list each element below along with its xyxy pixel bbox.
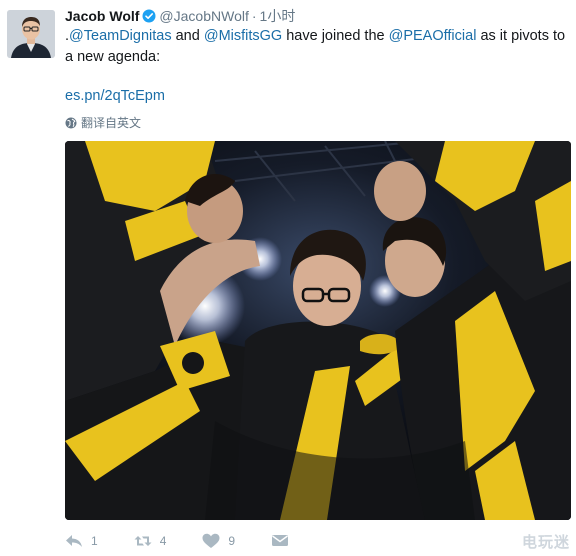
author-name[interactable]: Jacob Wolf [65, 8, 139, 24]
reply-count: 1 [91, 534, 98, 548]
avatar[interactable] [7, 10, 55, 58]
tweet-text: .@TeamDignitas and @MisfitsGG have joine… [65, 26, 570, 68]
translate-button[interactable]: 翻译自英文 [65, 115, 141, 131]
tweet-timestamp[interactable]: 1小时 [260, 8, 296, 24]
verified-badge-icon [142, 9, 156, 23]
text-have-joined: have joined the [282, 28, 389, 44]
heart-icon [202, 533, 220, 548]
watermark: 电玩迷 [521, 534, 570, 551]
like-count: 9 [228, 534, 236, 548]
reply-icon [66, 535, 82, 547]
mention-teamdignitas[interactable]: @TeamDignitas [69, 28, 172, 44]
mention-peaofficial[interactable]: @PEAOfficial [389, 28, 477, 44]
retweet-count: 4 [159, 534, 167, 548]
direct-message-icon [272, 535, 289, 546]
retweet-button[interactable]: 4 [134, 533, 167, 549]
tweet-actions: 1 4 9 [65, 531, 325, 551]
tweet-link-line: es.pn/2qTcEpm [65, 86, 165, 107]
like-button[interactable]: 9 [202, 533, 235, 549]
mention-misfitsgg[interactable]: @MisfitsGG [204, 28, 282, 44]
tweet-link[interactable]: es.pn/2qTcEpm [65, 88, 165, 104]
tweet-photo[interactable] [65, 141, 571, 520]
text-and: and [171, 28, 204, 44]
globe-icon [65, 117, 77, 129]
team-huddle-photo [65, 141, 571, 520]
reply-button[interactable]: 1 [65, 533, 98, 549]
separator-dot: · [251, 8, 257, 24]
translate-label: 翻译自英文 [81, 116, 142, 130]
tweet: Jacob Wolf @JacobNWolf · 1小时 .@TeamDignita… [0, 0, 576, 556]
direct-message-button[interactable] [271, 533, 289, 549]
tweet-header: Jacob Wolf @JacobNWolf · 1小时 [65, 7, 295, 25]
author-handle[interactable]: @JacobNWolf [159, 8, 248, 24]
retweet-icon [134, 536, 152, 546]
